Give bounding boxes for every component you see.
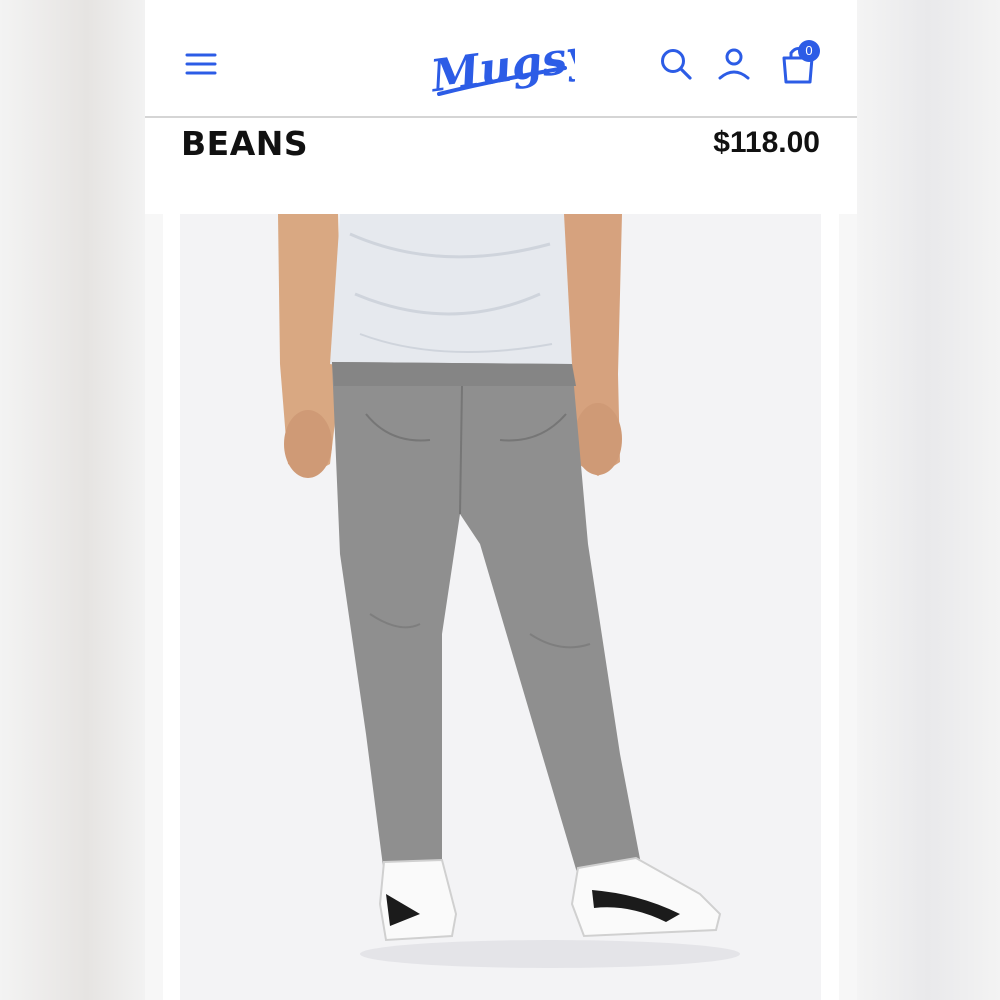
site-header: Mugsy 0 (145, 0, 857, 118)
background-right-blur (855, 0, 1000, 1000)
search-button[interactable] (659, 46, 693, 82)
menu-button[interactable] (185, 48, 219, 82)
product-image[interactable] (180, 214, 821, 1000)
product-title: BEANS (181, 124, 309, 163)
cart-button[interactable]: 0 (778, 40, 824, 86)
hamburger-menu-icon (185, 53, 217, 75)
cart-count-badge: 0 (798, 40, 820, 62)
background-left-blur (0, 0, 145, 1000)
search-icon (661, 49, 692, 80)
mobile-screen: Mugsy 0 BEANS $118.00 (145, 0, 857, 1000)
photo-margin-left (145, 214, 163, 1000)
product-price: $118.00 (713, 126, 820, 159)
photo-margin-right (839, 214, 857, 1000)
model-in-grey-jeans-illustration (278, 214, 740, 968)
user-icon (718, 48, 750, 80)
account-button[interactable] (717, 46, 751, 82)
brand-logo[interactable]: Mugsy (425, 24, 599, 104)
